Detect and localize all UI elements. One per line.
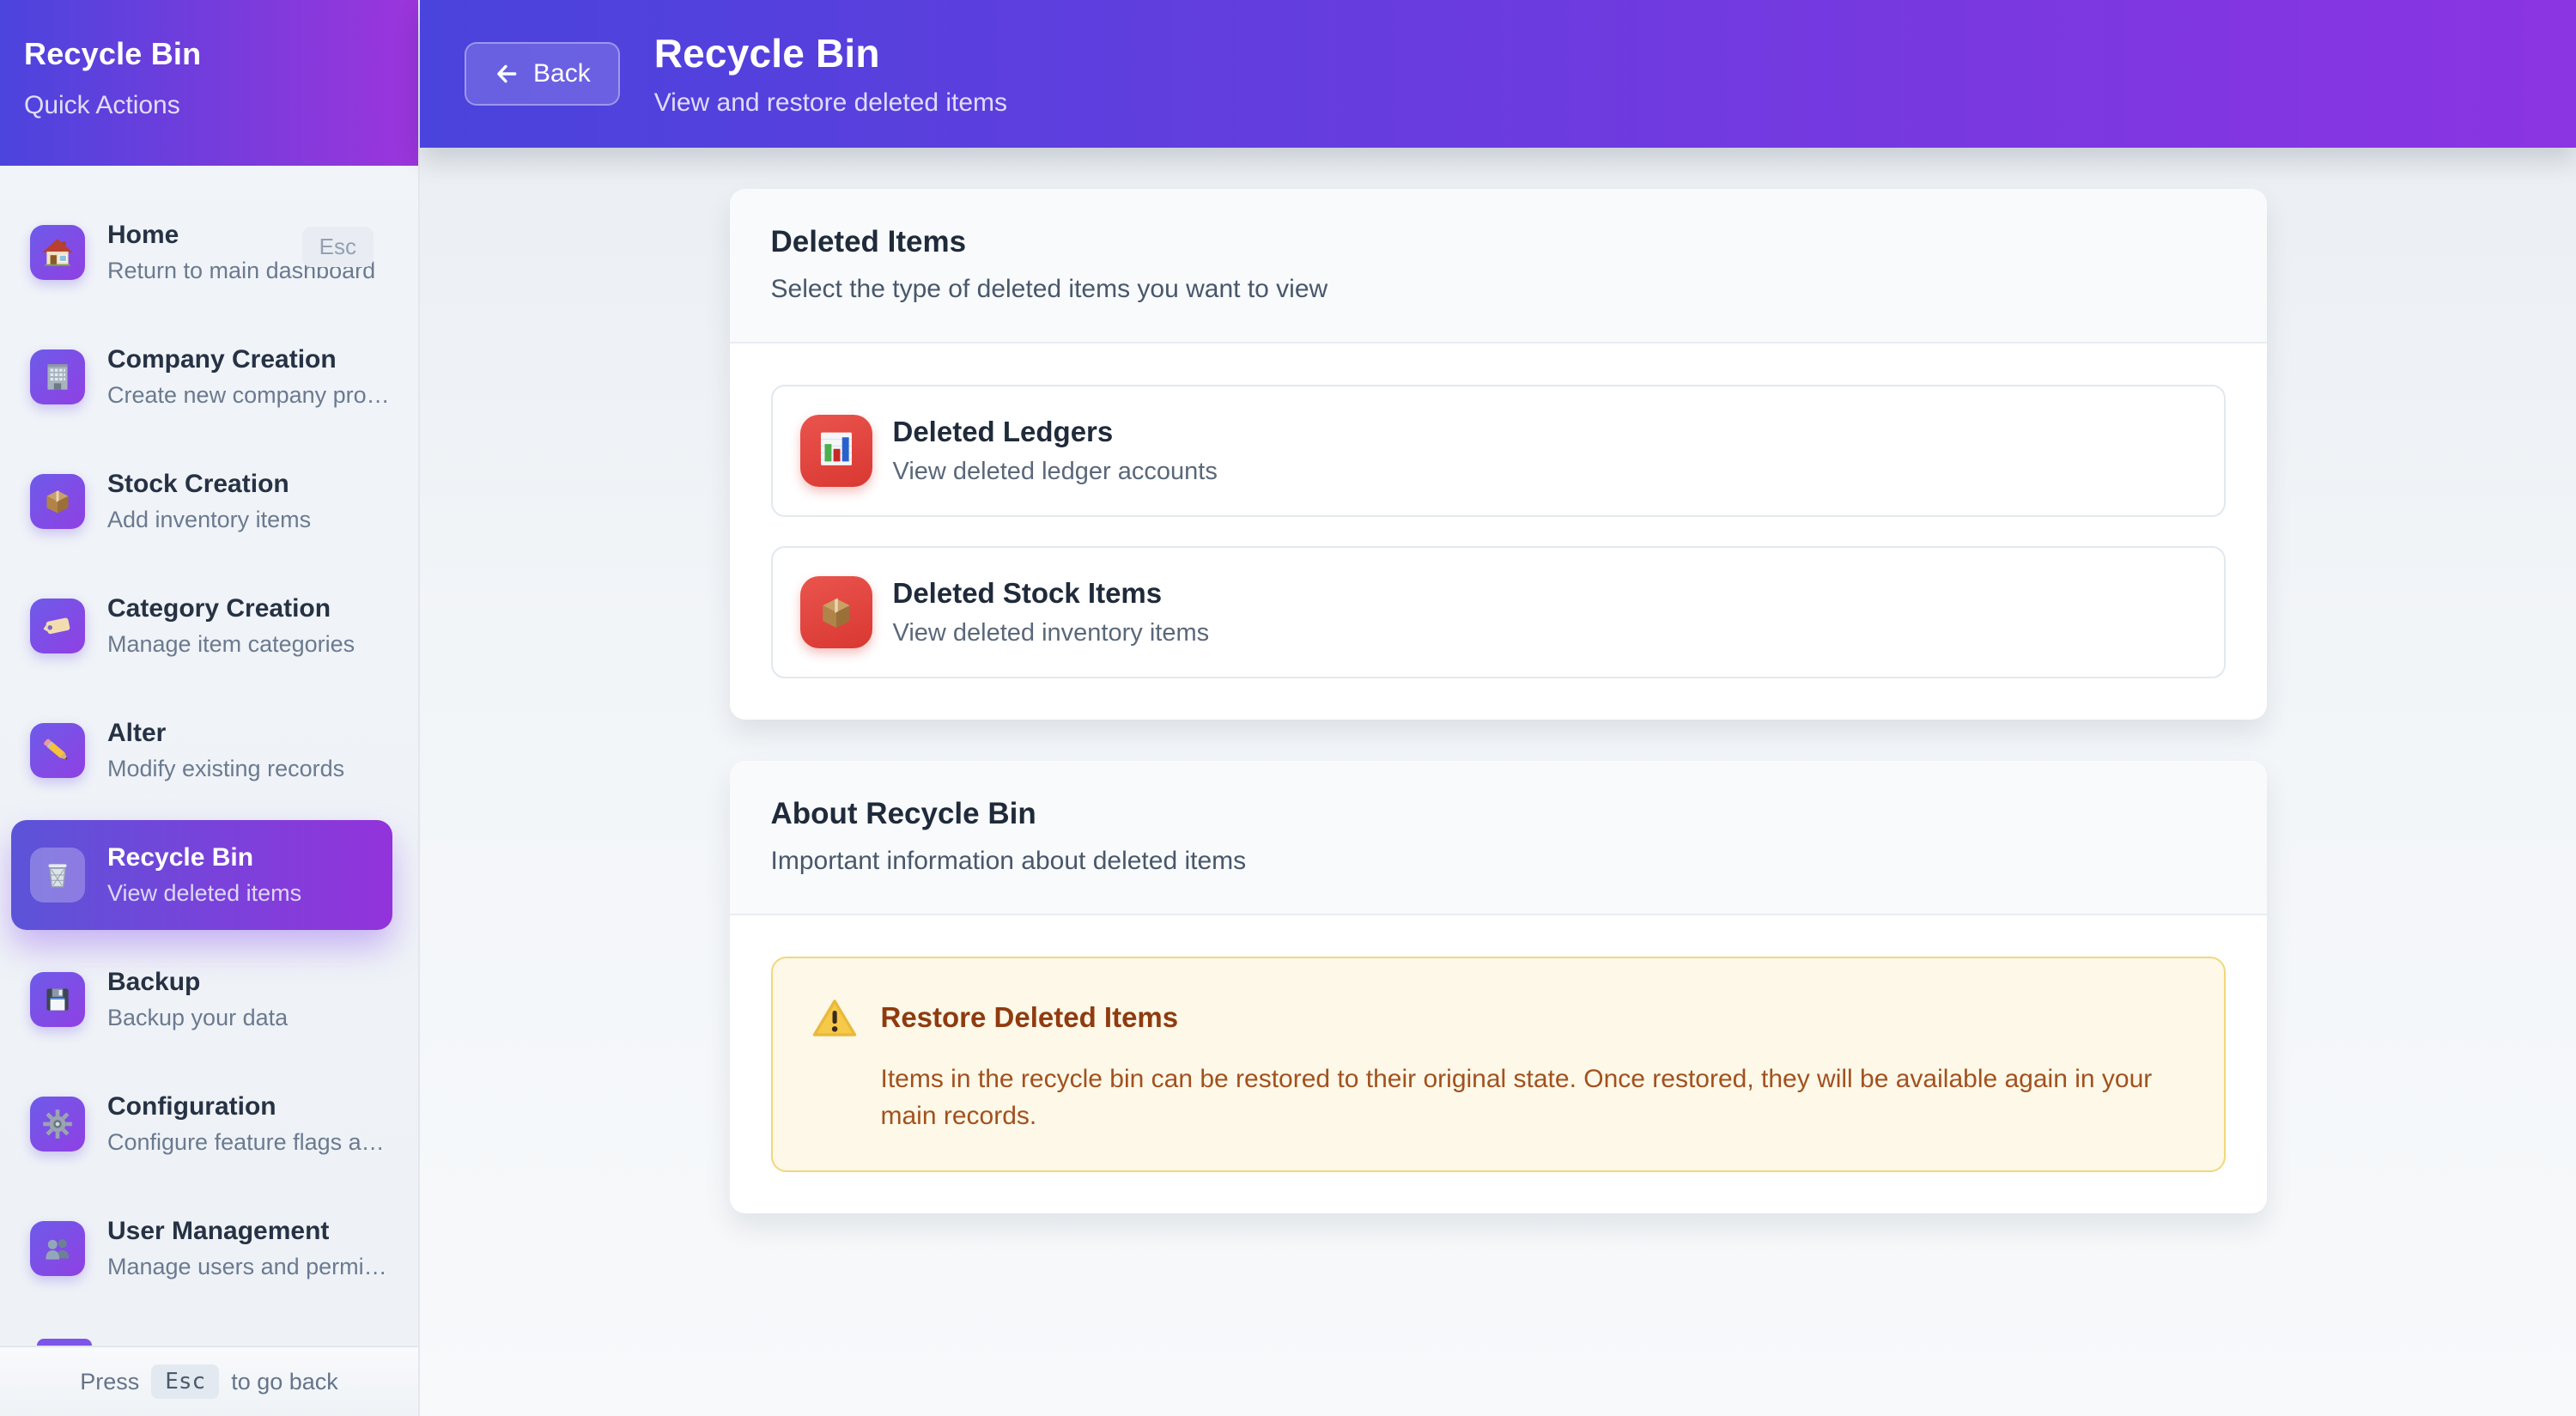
sidebar-item-subtitle: Backup your data xyxy=(107,1005,288,1031)
wastebasket-icon xyxy=(30,848,85,902)
sidebar-item-title: Backup xyxy=(107,968,288,997)
gear-icon xyxy=(30,1097,85,1152)
esc-key-badge: Esc xyxy=(151,1364,219,1399)
card-title: About Recycle Bin xyxy=(771,797,2226,831)
tag-icon xyxy=(30,599,85,653)
deleted-ledgers-option[interactable]: Deleted Ledgers View deleted ledger acco… xyxy=(771,385,2226,517)
sidebar-item-home[interactable]: Home Return to main dashboard Esc xyxy=(11,198,392,307)
sidebar-item-title: User Management xyxy=(107,1217,374,1246)
about-card-body: Restore Deleted Items Items in the recyc… xyxy=(730,915,2267,1213)
deleted-items-card-header: Deleted Items Select the type of deleted… xyxy=(730,189,2267,343)
sidebar-item-subtitle: View deleted items xyxy=(107,880,301,907)
page-title: Recycle Bin xyxy=(654,30,1007,76)
sidebar-item-list: Home Return to main dashboard Esc Compan… xyxy=(0,166,418,1346)
building-icon xyxy=(30,349,85,404)
back-button[interactable]: Back xyxy=(465,42,620,106)
sidebar-item-title: Company Creation xyxy=(107,345,374,374)
sidebar-item-title: Stock Creation xyxy=(107,470,311,499)
sidebar: Recycle Bin Quick Actions Home Return to… xyxy=(0,0,420,1416)
sidebar-item-title: Alter xyxy=(107,719,344,748)
option-title: Deleted Stock Items xyxy=(893,577,1210,610)
about-recycle-bin-card: About Recycle Bin Important information … xyxy=(730,761,2267,1213)
partially-visible-item-icon xyxy=(37,1339,92,1346)
sidebar-item-subtitle: Configure feature flags a… xyxy=(107,1129,374,1156)
sidebar-item-subtitle: Modify existing records xyxy=(107,756,344,782)
sidebar-item-backup[interactable]: Backup Backup your data xyxy=(11,945,392,1054)
bar-chart-icon xyxy=(800,415,872,487)
option-subtitle: View deleted inventory items xyxy=(893,619,1210,647)
page-subtitle: View and restore deleted items xyxy=(654,88,1007,118)
about-card-header: About Recycle Bin Important information … xyxy=(730,761,2267,915)
package-icon xyxy=(30,474,85,529)
deleted-items-card: Deleted Items Select the type of deleted… xyxy=(730,189,2267,720)
esc-shortcut-badge: Esc xyxy=(302,227,374,267)
sidebar-item-title: Recycle Bin xyxy=(107,843,301,872)
card-subtitle: Select the type of deleted items you wan… xyxy=(771,275,2226,304)
sidebar-item-category-creation[interactable]: Category Creation Manage item categories xyxy=(11,571,392,681)
sidebar-item-title: Configuration xyxy=(107,1092,374,1121)
footer-hint-prefix: Press xyxy=(80,1369,139,1395)
sidebar-item-subtitle: Add inventory items xyxy=(107,507,311,533)
sidebar-item-subtitle: Create new company pro… xyxy=(107,382,374,409)
users-icon xyxy=(30,1221,85,1276)
recycle-bin-app: Recycle Bin Quick Actions Home Return to… xyxy=(0,0,2576,1416)
sidebar-item-user-management[interactable]: User Management Manage users and permi… xyxy=(11,1194,392,1304)
back-arrow-icon xyxy=(494,61,519,87)
sidebar-item-configuration[interactable]: Configuration Configure feature flags a… xyxy=(11,1069,392,1179)
sidebar-item-alter[interactable]: Alter Modify existing records xyxy=(11,696,392,805)
deleted-items-card-body: Deleted Ledgers View deleted ledger acco… xyxy=(730,343,2267,720)
floppy-disk-icon xyxy=(30,972,85,1027)
option-subtitle: View deleted ledger accounts xyxy=(893,458,1218,486)
sidebar-subtitle: Quick Actions xyxy=(24,91,394,120)
sidebar-item-subtitle: Manage users and permi… xyxy=(107,1254,374,1280)
sidebar-item-company-creation[interactable]: Company Creation Create new company pro… xyxy=(11,322,392,432)
main-area: Back Recycle Bin View and restore delete… xyxy=(420,0,2576,1416)
pencil-icon xyxy=(30,723,85,778)
sidebar-footer-hint: Press Esc to go back xyxy=(0,1346,418,1416)
sidebar-header: Recycle Bin Quick Actions xyxy=(0,0,418,166)
option-title: Deleted Ledgers xyxy=(893,416,1218,448)
card-subtitle: Important information about deleted item… xyxy=(771,847,2226,876)
sidebar-item-title: Category Creation xyxy=(107,594,355,623)
page-header: Back Recycle Bin View and restore delete… xyxy=(420,0,2576,148)
restore-info-alert: Restore Deleted Items Items in the recyc… xyxy=(771,957,2226,1172)
sidebar-item-stock-creation[interactable]: Stock Creation Add inventory items xyxy=(11,447,392,556)
sidebar-title: Recycle Bin xyxy=(24,36,394,72)
deleted-stock-items-option[interactable]: Deleted Stock Items View deleted invento… xyxy=(771,546,2226,678)
back-button-label: Back xyxy=(533,59,591,88)
warning-icon xyxy=(811,996,859,1041)
page-content: Deleted Items Select the type of deleted… xyxy=(420,148,2576,1416)
package-icon xyxy=(800,576,872,648)
sidebar-item-recycle-bin[interactable]: Recycle Bin View deleted items xyxy=(11,820,392,930)
card-title: Deleted Items xyxy=(771,225,2226,259)
alert-title: Restore Deleted Items xyxy=(881,1001,2186,1034)
alert-body: Items in the recycle bin can be restored… xyxy=(881,1061,2186,1134)
sidebar-item-subtitle: Manage item categories xyxy=(107,631,355,658)
footer-hint-suffix: to go back xyxy=(231,1369,338,1395)
home-icon xyxy=(30,225,85,280)
